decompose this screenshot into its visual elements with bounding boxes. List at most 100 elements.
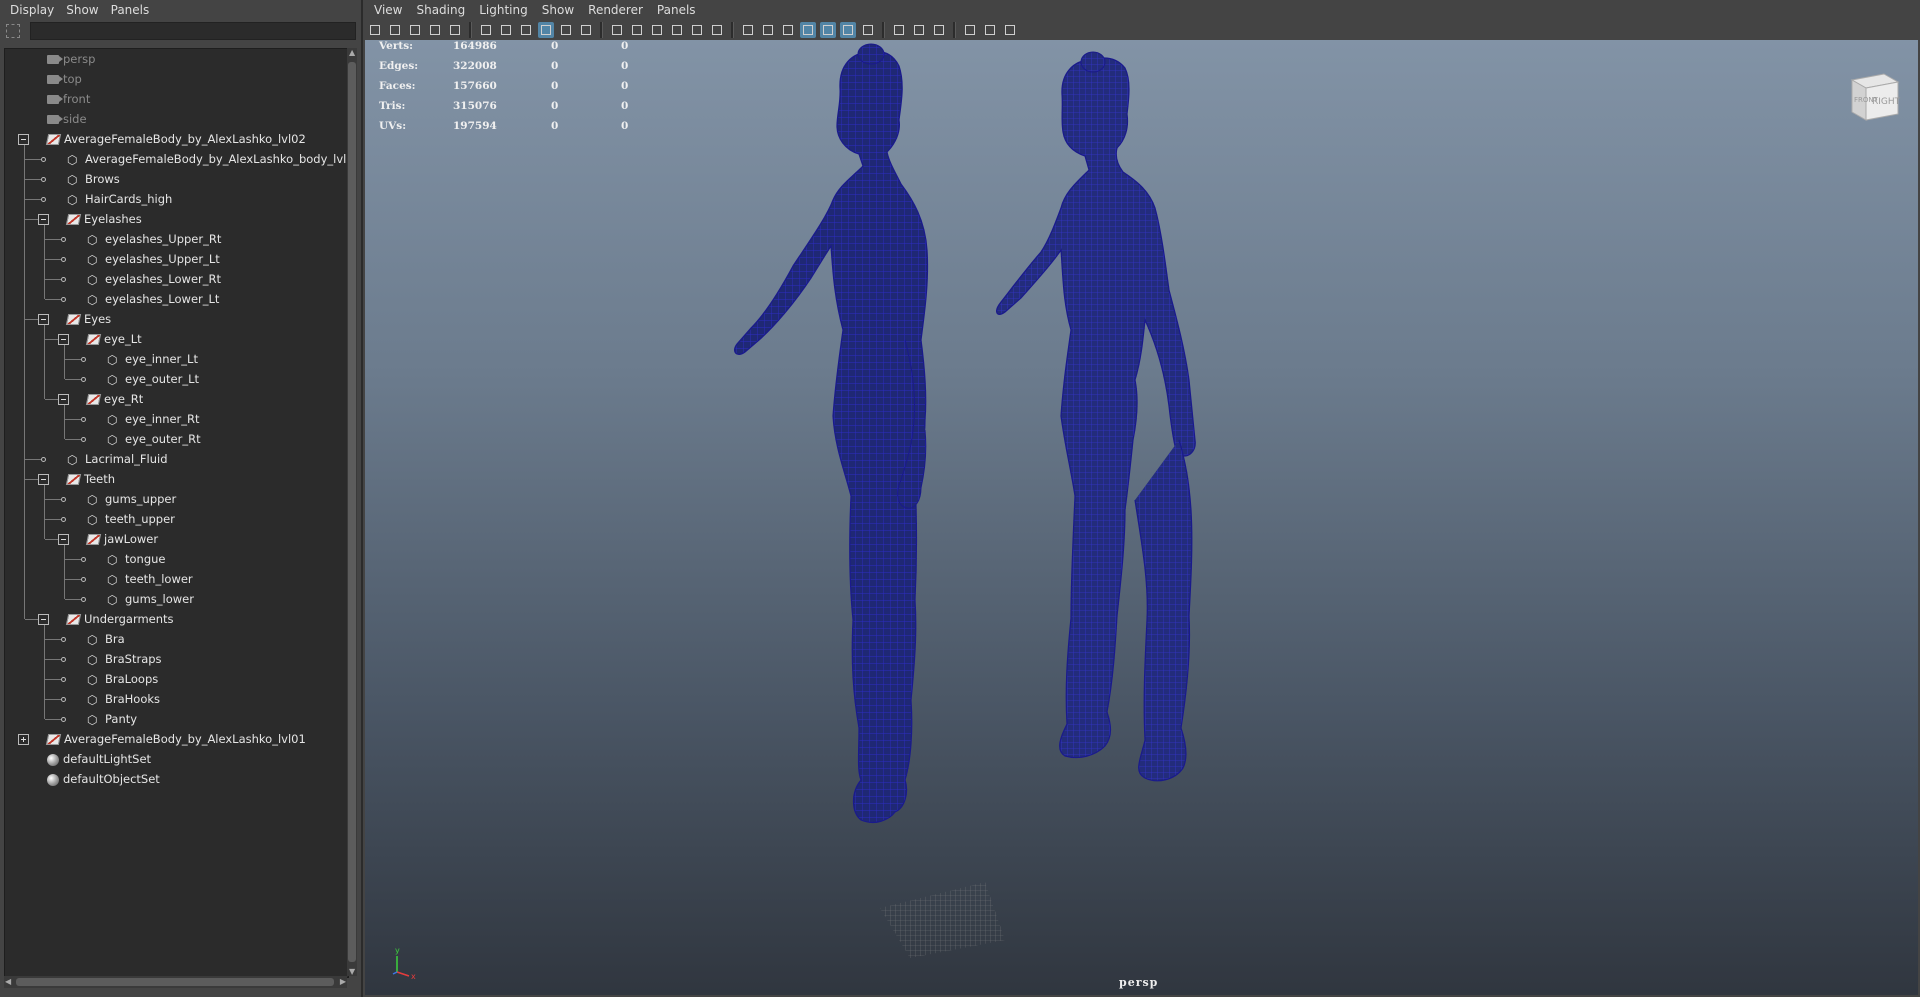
scroll-left-icon[interactable]: ◀ — [5, 977, 11, 986]
menu-panels[interactable]: Panels — [650, 3, 703, 17]
toolbar-tool-icon[interactable] — [689, 22, 705, 38]
collapse-icon[interactable] — [38, 214, 49, 225]
scroll-right-icon[interactable]: ▶ — [340, 977, 346, 986]
outliner-item[interactable]: persp — [47, 49, 95, 69]
outliner-item[interactable]: eye_outer_Rt — [107, 429, 201, 450]
toolbar-tool-icon[interactable] — [629, 22, 645, 38]
outliner-item[interactable]: Undergarments — [65, 609, 174, 629]
3d-viewport[interactable]: Verts: 164986 0 0 Edges: 322008 0 0 Faces: 157660… — [365, 40, 1918, 995]
collapse-icon[interactable] — [58, 394, 69, 405]
outliner-item[interactable]: HairCards_high — [67, 189, 172, 210]
outliner-item[interactable]: defaultObjectSet — [47, 769, 160, 789]
toolbar-tool-icon[interactable] — [840, 22, 856, 38]
menu-lighting[interactable]: Lighting — [472, 3, 535, 17]
outliner-item[interactable]: tongue — [107, 549, 166, 570]
outliner-item[interactable]: gums_upper — [87, 489, 176, 510]
toolbar-tool-icon[interactable] — [820, 22, 836, 38]
menu-view[interactable]: View — [367, 3, 409, 17]
expand-icon[interactable] — [18, 734, 29, 745]
toolbar-tool-icon[interactable] — [760, 22, 776, 38]
toolbar-tool-icon[interactable] — [800, 22, 816, 38]
menu-display[interactable]: Display — [4, 3, 60, 17]
collapse-icon[interactable] — [38, 314, 49, 325]
collapse-icon[interactable] — [58, 534, 69, 545]
toolbar-tool-icon[interactable] — [407, 22, 423, 38]
filter-icon[interactable] — [6, 24, 20, 38]
menu-panels[interactable]: Panels — [105, 3, 156, 17]
vertical-scrollbar[interactable]: ▲ ▼ — [347, 48, 357, 976]
outliner-item[interactable]: top — [47, 69, 82, 89]
outliner-item[interactable]: Eyelashes — [65, 209, 142, 229]
menu-shading[interactable]: Shading — [409, 3, 472, 17]
toolbar-tool-icon[interactable] — [427, 22, 443, 38]
toolbar-tool-icon[interactable] — [498, 22, 514, 38]
menu-renderer[interactable]: Renderer — [581, 3, 650, 17]
outliner-item[interactable]: AverageFemaleBody_by_AlexLashko_lvl02 — [45, 129, 306, 149]
menu-show[interactable]: Show — [535, 3, 581, 17]
outliner-item[interactable]: eyelashes_Lower_Rt — [87, 269, 221, 290]
model-view[interactable] — [365, 40, 1918, 995]
outliner-item[interactable]: BraStraps — [87, 649, 162, 670]
scroll-thumb-horizontal[interactable] — [16, 978, 334, 986]
outliner-item[interactable]: eye_inner_Rt — [107, 409, 200, 430]
outliner-item[interactable]: eye_inner_Lt — [107, 349, 198, 370]
collapse-icon[interactable] — [18, 134, 29, 145]
toolbar-tool-icon[interactable] — [558, 22, 574, 38]
toolbar-tool-icon[interactable] — [891, 22, 907, 38]
female-body-mesh-right[interactable] — [996, 51, 1196, 782]
toolbar-tool-icon[interactable] — [860, 22, 876, 38]
collapse-icon[interactable] — [58, 334, 69, 345]
collapse-icon[interactable] — [38, 614, 49, 625]
outliner-item[interactable]: Eyes — [65, 309, 111, 329]
toolbar-tool-icon[interactable] — [578, 22, 594, 38]
outliner-item[interactable]: side — [47, 109, 87, 129]
outliner-item[interactable]: BraHooks — [87, 689, 160, 710]
outliner-item[interactable]: Teeth — [65, 469, 115, 489]
outliner-item[interactable]: eyelashes_Lower_Lt — [87, 289, 219, 310]
toolbar-tool-icon[interactable] — [447, 22, 463, 38]
toolbar-tool-icon[interactable] — [1002, 22, 1018, 38]
female-body-mesh-left[interactable] — [733, 43, 929, 824]
outliner-item[interactable]: Panty — [87, 709, 137, 730]
toolbar-tool-icon[interactable] — [709, 22, 725, 38]
outliner-item[interactable]: BraLoops — [87, 669, 158, 690]
toolbar-tool-icon[interactable] — [911, 22, 927, 38]
outliner-item[interactable]: teeth_upper — [87, 509, 175, 530]
toolbar-tool-icon[interactable] — [931, 22, 947, 38]
outliner-item[interactable]: gums_lower — [107, 589, 194, 610]
outliner-item[interactable]: jawLower — [85, 529, 158, 549]
outliner-item[interactable]: eye_Rt — [85, 389, 143, 409]
outliner-item[interactable]: Bra — [87, 629, 125, 650]
outliner-item[interactable]: eye_Lt — [85, 329, 142, 349]
outliner-item[interactable]: defaultLightSet — [47, 749, 151, 769]
toolbar-tool-icon[interactable] — [962, 22, 978, 38]
outliner-item[interactable]: eyelashes_Upper_Lt — [87, 249, 220, 270]
toolbar-tool-icon[interactable] — [740, 22, 756, 38]
toolbar-tool-icon[interactable] — [982, 22, 998, 38]
scroll-down-icon[interactable]: ▼ — [349, 967, 355, 976]
outliner-item[interactable]: Brows — [67, 169, 120, 190]
outliner-item[interactable]: teeth_lower — [107, 569, 193, 590]
toolbar-tool-icon[interactable] — [538, 22, 554, 38]
outliner-item[interactable]: eye_outer_Lt — [107, 369, 199, 390]
toolbar-tool-icon[interactable] — [669, 22, 685, 38]
outliner-item[interactable]: front — [47, 89, 90, 109]
outliner-item[interactable]: AverageFemaleBody_by_AlexLashko_lvl01 — [45, 729, 306, 749]
horizontal-scrollbar[interactable]: ◀ ▶ — [4, 976, 347, 988]
outliner-item[interactable]: eyelashes_Upper_Rt — [87, 229, 221, 250]
collapse-icon[interactable] — [38, 474, 49, 485]
toolbar-tool-icon[interactable] — [387, 22, 403, 38]
toolbar-tool-icon[interactable] — [780, 22, 796, 38]
viewcube[interactable]: FRONT RIGHT — [1842, 66, 1902, 126]
outliner-item[interactable]: AverageFemaleBody_by_AlexLashko_body_lvl… — [67, 149, 348, 170]
toolbar-tool-icon[interactable] — [478, 22, 494, 38]
search-input[interactable] — [30, 22, 356, 40]
toolbar-tool-icon[interactable] — [609, 22, 625, 38]
toolbar-tool-icon[interactable] — [367, 22, 383, 38]
toolbar-tool-icon[interactable] — [518, 22, 534, 38]
outliner-item[interactable]: Lacrimal_Fluid — [67, 449, 168, 470]
menu-show[interactable]: Show — [60, 3, 104, 17]
scroll-thumb[interactable] — [348, 62, 356, 962]
toolbar-tool-icon[interactable] — [649, 22, 665, 38]
scroll-up-icon[interactable]: ▲ — [349, 48, 355, 57]
